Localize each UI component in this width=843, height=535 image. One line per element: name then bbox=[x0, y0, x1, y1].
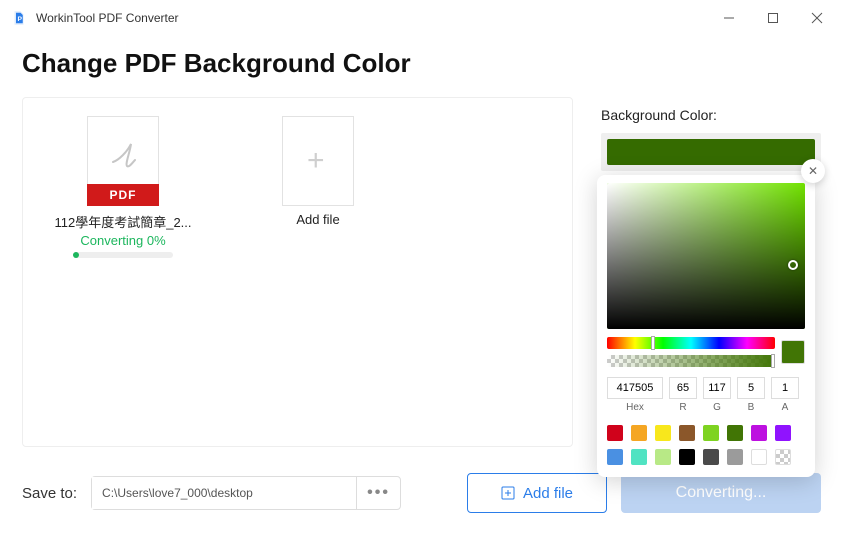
sv-cursor[interactable] bbox=[788, 260, 798, 270]
save-to-label: Save to: bbox=[22, 485, 77, 502]
preset-swatch[interactable] bbox=[751, 425, 767, 441]
alpha-thumb[interactable] bbox=[771, 354, 775, 368]
add-file-tile-label: Add file bbox=[263, 212, 373, 227]
progress-bar bbox=[73, 252, 173, 258]
color-picker: ✕ Hex R G B A bbox=[597, 175, 815, 477]
g-label: G bbox=[713, 402, 721, 413]
preset-swatch[interactable] bbox=[727, 425, 743, 441]
pdf-badge: PDF bbox=[87, 184, 159, 206]
preset-swatch[interactable] bbox=[751, 449, 767, 465]
color-preview-swatch bbox=[781, 340, 805, 364]
pdf-file-icon: PDF bbox=[87, 116, 159, 206]
preset-swatch[interactable] bbox=[631, 449, 647, 465]
alpha-slider[interactable] bbox=[607, 355, 775, 367]
svg-text:P: P bbox=[18, 16, 23, 23]
file-name: 112學年度考試簡章_2... bbox=[43, 212, 203, 231]
titlebar: P WorkinTool PDF Converter bbox=[0, 0, 843, 36]
app-logo-icon: P bbox=[10, 9, 28, 27]
bottom-bar: Save to: ••• Add file Converting... bbox=[22, 473, 821, 513]
b-input[interactable] bbox=[737, 377, 765, 399]
preset-swatch[interactable] bbox=[775, 449, 791, 465]
minimize-button[interactable] bbox=[707, 3, 751, 33]
file-panel: PDF 112學年度考試簡章_2... Converting 0% + Add … bbox=[22, 97, 573, 447]
r-input[interactable] bbox=[669, 377, 697, 399]
add-file-plus-icon bbox=[501, 486, 515, 500]
preset-swatch[interactable] bbox=[607, 425, 623, 441]
hex-input[interactable] bbox=[607, 377, 663, 399]
preset-swatch[interactable] bbox=[631, 425, 647, 441]
preset-swatch[interactable] bbox=[655, 449, 671, 465]
background-swatch-button[interactable] bbox=[601, 133, 821, 171]
save-path-menu-button[interactable]: ••• bbox=[356, 477, 400, 509]
preset-swatch[interactable] bbox=[655, 425, 671, 441]
b-label: B bbox=[748, 402, 755, 413]
close-button[interactable] bbox=[795, 3, 839, 33]
save-path-field: ••• bbox=[91, 476, 401, 510]
add-file-button-label: Add file bbox=[523, 485, 573, 502]
hue-slider[interactable] bbox=[607, 337, 775, 349]
file-status: Converting 0% bbox=[43, 233, 203, 248]
preset-colors bbox=[607, 425, 805, 465]
g-input[interactable] bbox=[703, 377, 731, 399]
preset-swatch[interactable] bbox=[703, 449, 719, 465]
background-swatch bbox=[607, 139, 815, 165]
r-label: R bbox=[679, 402, 686, 413]
preset-swatch[interactable] bbox=[703, 425, 719, 441]
a-input[interactable] bbox=[771, 377, 799, 399]
preset-swatch[interactable] bbox=[775, 425, 791, 441]
add-file-button[interactable]: Add file bbox=[467, 473, 607, 513]
preset-swatch[interactable] bbox=[679, 425, 695, 441]
maximize-button[interactable] bbox=[751, 3, 795, 33]
file-tile[interactable]: PDF 112學年度考試簡章_2... Converting 0% bbox=[43, 116, 203, 258]
preset-swatch[interactable] bbox=[679, 449, 695, 465]
convert-button-label: Converting... bbox=[676, 484, 767, 502]
window-title: WorkinTool PDF Converter bbox=[36, 11, 707, 25]
preset-swatch[interactable] bbox=[727, 449, 743, 465]
preset-swatch[interactable] bbox=[607, 449, 623, 465]
hue-thumb[interactable] bbox=[651, 336, 655, 350]
background-color-label: Background Color: bbox=[601, 107, 821, 123]
hex-label: Hex bbox=[626, 402, 644, 413]
plus-icon: + bbox=[307, 151, 325, 171]
add-file-tile[interactable]: + Add file bbox=[263, 116, 373, 227]
save-path-input[interactable] bbox=[92, 477, 356, 509]
a-label: A bbox=[782, 402, 789, 413]
color-picker-close-button[interactable]: ✕ bbox=[801, 159, 825, 183]
convert-button[interactable]: Converting... bbox=[621, 473, 821, 513]
saturation-value-panel[interactable] bbox=[607, 183, 805, 329]
page-title: Change PDF Background Color bbox=[0, 36, 843, 97]
